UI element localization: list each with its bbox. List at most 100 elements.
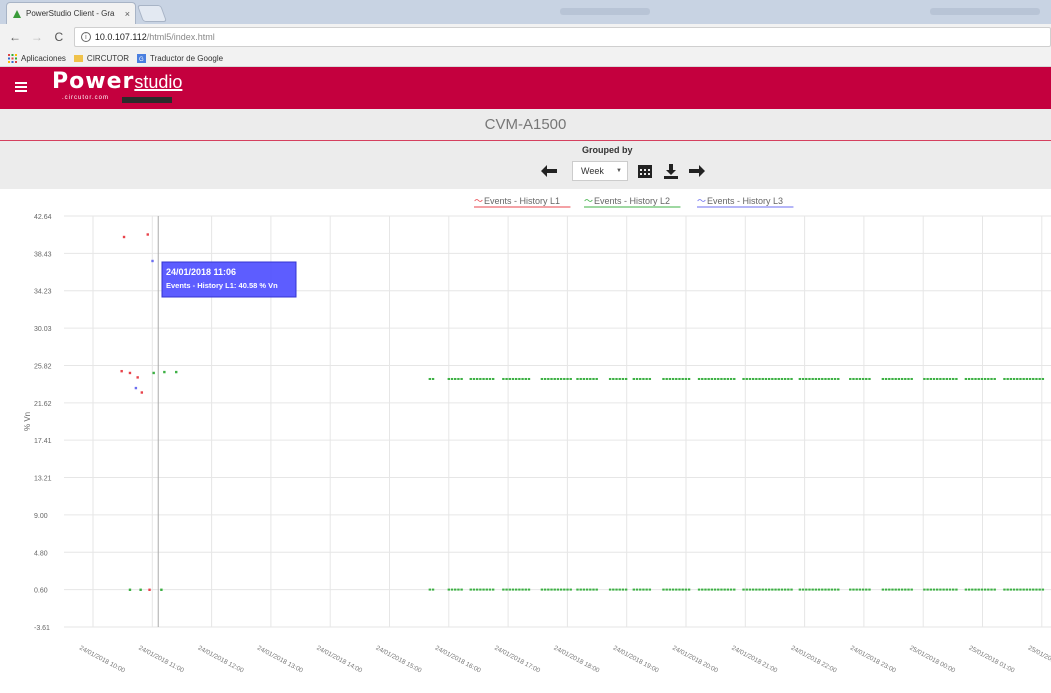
data-point (1019, 588, 1022, 591)
y-tick-label: 25.82 (34, 363, 52, 370)
data-point (569, 377, 572, 380)
data-point (1025, 377, 1029, 380)
data-point (1016, 588, 1019, 591)
data-point (817, 588, 821, 591)
data-point (502, 377, 505, 380)
data-point (808, 377, 811, 380)
data-point (639, 588, 642, 591)
data-point (894, 377, 897, 380)
data-point (642, 377, 645, 380)
download-icon[interactable] (662, 162, 680, 180)
data-point (987, 377, 990, 380)
data-point (910, 588, 913, 591)
back-arrow-icon[interactable]: ← (8, 30, 22, 44)
data-point (783, 377, 787, 380)
data-point (780, 377, 784, 380)
data-point (701, 588, 704, 591)
data-point (939, 588, 942, 591)
data-point (1035, 588, 1038, 591)
data-point (942, 377, 945, 380)
data-point (945, 377, 948, 380)
data-point (761, 377, 764, 380)
data-point (932, 377, 936, 380)
bookmark-translate[interactable]: G Traductor de Google (137, 53, 223, 63)
close-tab-icon[interactable]: × (125, 9, 130, 19)
data-point (589, 377, 592, 380)
data-point (1022, 377, 1025, 380)
data-point (556, 588, 560, 591)
data-point (827, 588, 830, 591)
data-point (955, 588, 958, 591)
reload-icon[interactable]: C (52, 30, 66, 44)
data-point (148, 588, 151, 591)
data-point (939, 377, 942, 380)
data-point (798, 377, 802, 380)
data-point (932, 588, 936, 591)
y-tick-label: 13.21 (34, 476, 52, 483)
events-chart[interactable]: 42.64 38.43 34.23 30.03 25.82 21.62 17.41 13.21… (4, 189, 1051, 688)
legend-entry: Events - History L3 (707, 196, 783, 206)
previous-period-arrow-icon[interactable] (540, 162, 558, 180)
data-point (569, 588, 572, 591)
data-point (805, 588, 808, 591)
data-point (742, 377, 745, 380)
data-point (454, 588, 457, 591)
data-point (821, 588, 824, 591)
data-point (861, 588, 865, 591)
data-point (559, 377, 563, 380)
data-point (761, 588, 764, 591)
data-point (729, 588, 733, 591)
grouped-by-select[interactable]: Week ▼ (572, 161, 628, 181)
apps-grid-icon (8, 53, 17, 63)
info-icon[interactable]: i (80, 32, 91, 42)
x-tick-label: 24/01/2018 17:00 (493, 645, 541, 675)
data-point (589, 588, 592, 591)
data-point (710, 588, 714, 591)
data-point (923, 377, 926, 380)
data-point (758, 377, 761, 380)
data-point (160, 588, 163, 591)
bookmark-label: Aplicaciones (21, 53, 66, 63)
device-title-band: CVM-A1500 (0, 109, 1051, 141)
data-point (881, 588, 885, 591)
bookmark-circutor[interactable]: CIRCUTOR (73, 54, 129, 63)
data-point (488, 588, 492, 591)
data-point (582, 377, 586, 380)
next-period-arrow-icon[interactable] (688, 162, 706, 180)
browser-tab[interactable]: PowerStudio Client - Gra × (6, 2, 136, 24)
data-point (751, 588, 755, 591)
data-point (527, 588, 531, 591)
data-point (929, 377, 932, 380)
data-point (855, 377, 858, 380)
data-point (745, 588, 748, 591)
data-point (713, 588, 717, 591)
url-field[interactable]: i 10.0.107.112/html5/index.html (73, 27, 1051, 47)
data-point (787, 588, 790, 591)
calendar-icon[interactable] (636, 162, 654, 180)
data-point (977, 588, 980, 591)
bookmarks-bar: Aplicaciones CIRCUTOR G Traductor de Goo… (0, 50, 1051, 67)
data-point (849, 588, 852, 591)
url-path: /html5/index.html (146, 32, 215, 42)
data-point (479, 377, 482, 380)
data-point (780, 588, 784, 591)
data-point (936, 588, 939, 591)
data-point (547, 377, 550, 380)
data-point (621, 588, 625, 591)
data-point (888, 377, 891, 380)
new-tab-button[interactable] (136, 5, 168, 22)
data-point (1032, 588, 1035, 591)
data-point (687, 377, 691, 380)
data-point (550, 588, 553, 591)
forward-arrow-icon[interactable]: → (30, 30, 44, 44)
hamburger-menu-icon[interactable] (15, 82, 27, 92)
data-point (1025, 588, 1029, 591)
data-point (687, 588, 691, 591)
data-point (524, 588, 527, 591)
bookmark-aplicaciones[interactable]: Aplicaciones (8, 53, 66, 63)
data-point (635, 377, 639, 380)
data-point (926, 377, 929, 380)
data-point (767, 588, 771, 591)
data-point (993, 588, 996, 591)
data-point (1041, 588, 1045, 591)
